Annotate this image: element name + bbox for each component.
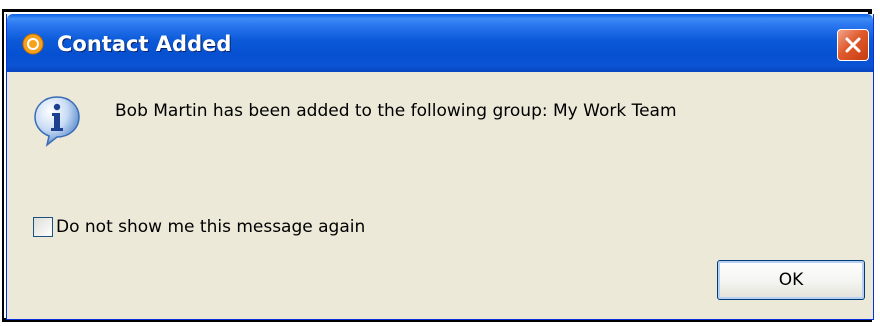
- ok-button[interactable]: OK: [717, 260, 865, 300]
- dont-show-again-checkbox[interactable]: [33, 217, 53, 237]
- dont-show-again-row[interactable]: Do not show me this message again: [33, 216, 365, 238]
- title-bar[interactable]: Contact Added: [7, 14, 873, 72]
- dialog-message: Bob Martin has been added to the followi…: [115, 101, 677, 121]
- info-icon: [33, 95, 81, 147]
- window-title: Contact Added: [57, 32, 232, 56]
- close-icon: [845, 37, 861, 53]
- app-logo-icon: [22, 33, 44, 55]
- close-button[interactable]: [837, 29, 869, 61]
- contact-added-dialog: Contact Added Bob Martin has been added …: [6, 14, 874, 320]
- dont-show-again-label[interactable]: Do not show me this message again: [56, 217, 365, 237]
